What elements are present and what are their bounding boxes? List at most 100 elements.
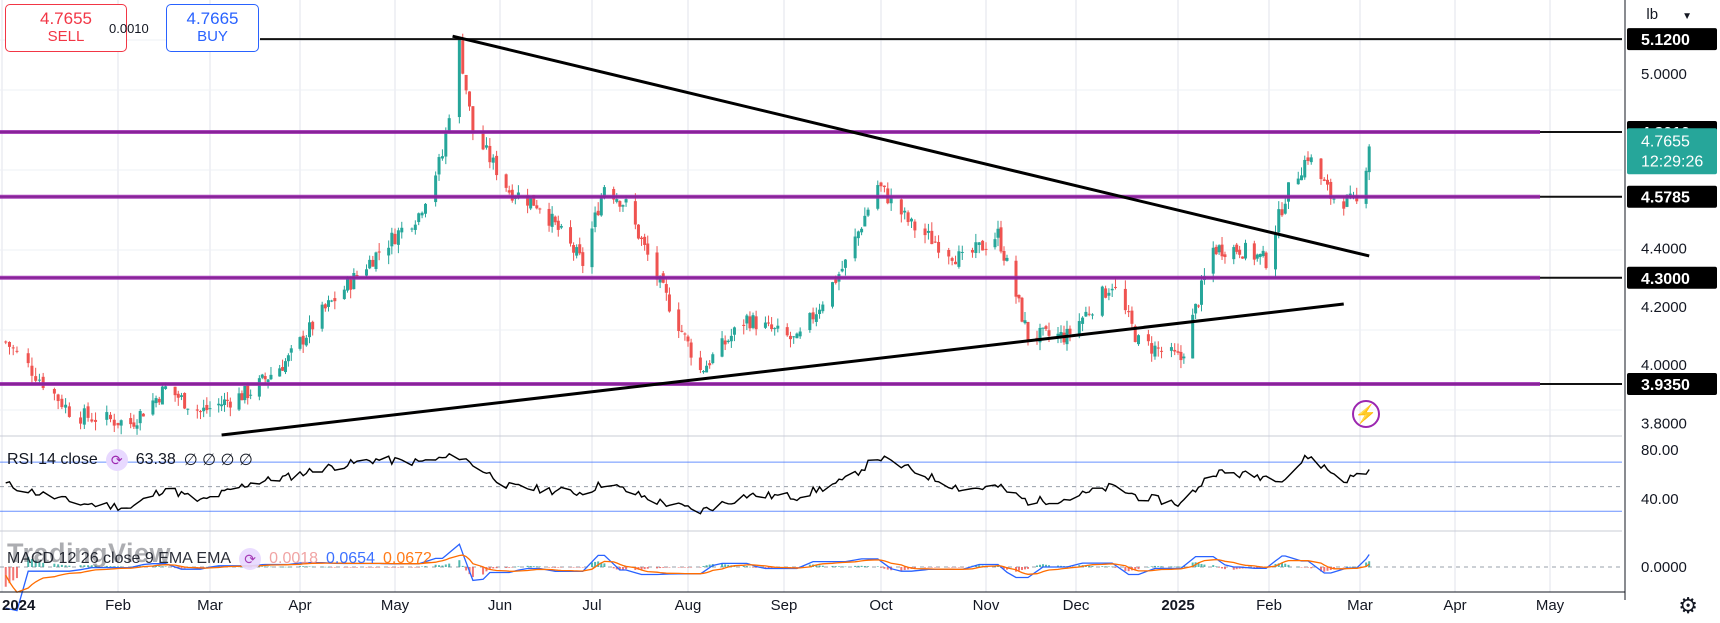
time-tick-label: Dec bbox=[1063, 597, 1090, 614]
price-chart[interactable]: 5.00004.40004.20004.00003.80005.12004.80… bbox=[0, 0, 1720, 623]
candle-body bbox=[278, 368, 282, 377]
candle-body bbox=[333, 298, 337, 302]
candle-body bbox=[1258, 253, 1262, 258]
candle-body bbox=[1283, 203, 1287, 214]
candle-body bbox=[1084, 311, 1088, 317]
candle-body bbox=[720, 338, 724, 357]
candle-body bbox=[957, 251, 961, 267]
candle-body bbox=[1364, 170, 1368, 204]
candle-body bbox=[1214, 246, 1218, 255]
macd-legend[interactable]: MACD 12 26 close 9 EMA EMA ⟳ 0.0018 0.06… bbox=[7, 548, 432, 570]
candle-body bbox=[1150, 343, 1154, 354]
candle-body bbox=[374, 252, 378, 270]
candle-body bbox=[164, 386, 168, 389]
candle-body bbox=[246, 384, 250, 399]
candle-body bbox=[176, 393, 180, 398]
candle-body bbox=[624, 199, 628, 203]
candle-body bbox=[1146, 334, 1150, 342]
macd-histogram-bar bbox=[857, 565, 860, 567]
candle-body bbox=[220, 404, 224, 407]
macd-histogram-bar bbox=[603, 563, 606, 567]
candle-body bbox=[330, 300, 334, 302]
candle-body bbox=[1068, 328, 1072, 334]
candle-body bbox=[132, 422, 136, 427]
candle-body bbox=[138, 411, 142, 424]
candle-body bbox=[926, 230, 930, 233]
candle-body bbox=[538, 208, 542, 210]
candle-body bbox=[596, 210, 600, 216]
candle-body bbox=[105, 412, 109, 420]
macd-histogram-bar bbox=[665, 567, 668, 568]
macd-histogram-bar bbox=[1027, 567, 1029, 569]
macd-histogram-bar bbox=[482, 567, 485, 575]
candle-body bbox=[1232, 247, 1236, 260]
candle-body bbox=[1367, 146, 1371, 173]
candle-body bbox=[732, 327, 736, 335]
candle-body bbox=[7, 341, 11, 347]
buy-button[interactable]: 4.7665 BUY bbox=[166, 4, 259, 52]
candle-body bbox=[160, 386, 164, 405]
candle-body bbox=[974, 242, 978, 253]
candle-body bbox=[954, 261, 958, 265]
candle-body bbox=[183, 393, 187, 409]
grid bbox=[0, 0, 1622, 593]
candle-body bbox=[866, 209, 870, 216]
candle-body bbox=[1241, 256, 1245, 259]
candle-body bbox=[1110, 288, 1114, 291]
candle-body bbox=[1026, 321, 1030, 340]
settings-icon[interactable]: ⚙ bbox=[1678, 593, 1698, 619]
macd-histogram-bar bbox=[937, 567, 940, 568]
candle-body bbox=[237, 393, 241, 410]
gear-icon[interactable]: ⟳ bbox=[239, 548, 262, 570]
macd-histogram-bar bbox=[532, 566, 535, 567]
gear-icon[interactable]: ⟳ bbox=[105, 449, 128, 471]
candle-body bbox=[981, 240, 985, 251]
macd-histogram-bar bbox=[1091, 566, 1094, 567]
candle-body bbox=[547, 208, 551, 226]
macd-histogram-bar bbox=[1021, 567, 1023, 570]
flash-icon[interactable]: ⚡ bbox=[1352, 400, 1380, 428]
candle-body bbox=[556, 220, 560, 230]
macd-histogram-bar bbox=[659, 567, 662, 569]
candle-body bbox=[79, 417, 83, 424]
macd-histogram-bar bbox=[1018, 567, 1020, 571]
macd-value: 0.0654 bbox=[326, 550, 375, 567]
sell-label: SELL bbox=[47, 28, 85, 45]
candle-body bbox=[860, 228, 864, 233]
candle-body bbox=[831, 282, 834, 307]
candle-body bbox=[437, 157, 441, 175]
candle-body bbox=[109, 414, 113, 420]
macd-histogram-bar bbox=[612, 567, 615, 569]
macd-histogram-bar bbox=[1287, 564, 1290, 567]
candle-body bbox=[840, 268, 844, 272]
candle-body bbox=[263, 376, 267, 380]
candle-body bbox=[82, 408, 86, 425]
candle-body bbox=[243, 385, 247, 401]
time-tick-label: Aug bbox=[675, 597, 702, 614]
candle-body bbox=[1300, 175, 1303, 181]
candle-body bbox=[999, 227, 1003, 252]
candle-body bbox=[751, 315, 755, 328]
candle-body bbox=[60, 398, 64, 408]
macd-histogram-bar bbox=[961, 567, 964, 568]
macd-histogram-bar bbox=[876, 566, 879, 567]
rsi-legend[interactable]: RSI 14 close ⟳ 63.38 ∅ ∅ ∅ ∅ bbox=[7, 449, 253, 471]
candle-body bbox=[491, 157, 495, 163]
macd-histogram-bar bbox=[1200, 563, 1203, 567]
time-tick-label: Mar bbox=[1347, 597, 1373, 614]
candle-body bbox=[179, 395, 183, 397]
candle-body bbox=[821, 304, 825, 312]
candle-body bbox=[1252, 243, 1256, 260]
horizontal-levels bbox=[0, 38, 1622, 387]
candle-body bbox=[1087, 313, 1091, 315]
macd-histogram-bar bbox=[903, 567, 906, 571]
candle-body bbox=[788, 335, 792, 340]
macd-histogram-bar bbox=[444, 564, 447, 567]
candle-body bbox=[208, 408, 212, 410]
candle-body bbox=[856, 231, 860, 239]
candle-body bbox=[535, 205, 539, 209]
unit-select[interactable]: lb ▼ bbox=[1646, 6, 1692, 23]
candle-body bbox=[413, 224, 417, 230]
macd-histogram-bar bbox=[505, 567, 508, 568]
candle-body bbox=[157, 398, 161, 403]
